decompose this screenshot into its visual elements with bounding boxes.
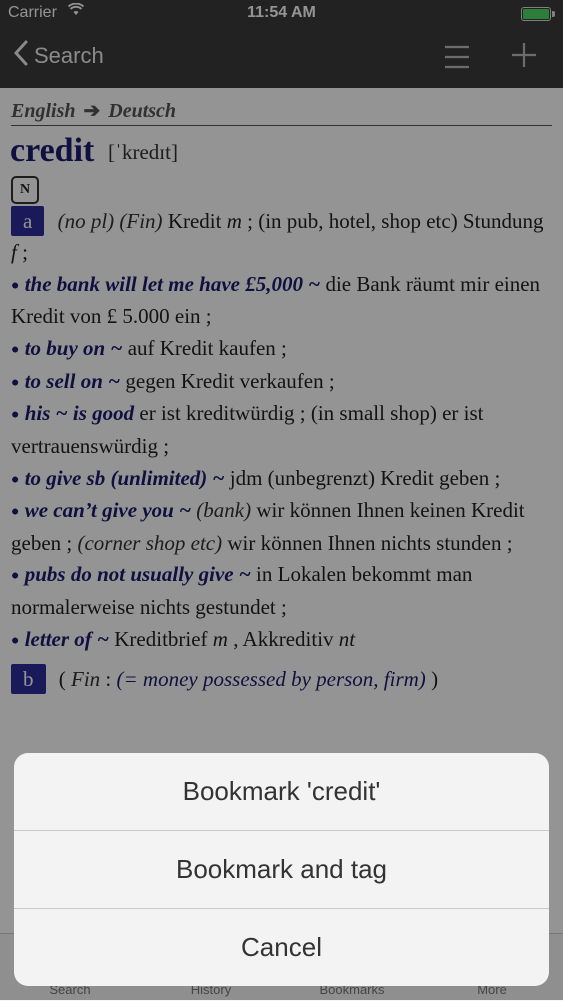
action-sheet: Bookmark 'credit' Bookmark and tag Cance… xyxy=(14,753,549,986)
bookmark-and-tag-button[interactable]: Bookmark and tag xyxy=(14,831,549,909)
bookmark-button[interactable]: Bookmark 'credit' xyxy=(14,753,549,831)
cancel-button[interactable]: Cancel xyxy=(14,909,549,986)
